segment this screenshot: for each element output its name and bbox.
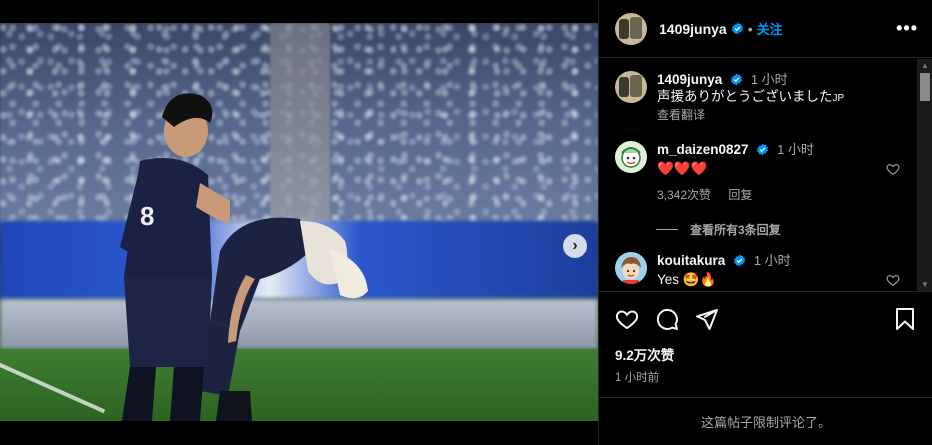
- comment-icon[interactable]: [655, 307, 679, 331]
- like-count[interactable]: 9.2万次赞: [615, 344, 917, 364]
- view-replies-label: 查看所有3条回复: [690, 223, 781, 237]
- post-header: 1409junya • 关注 •••: [599, 0, 932, 58]
- post-side-panel: 1409junya • 关注 ••• 1409junya 1 小时 声援ありがと…: [598, 0, 932, 445]
- comment-username[interactable]: kouitakura: [657, 253, 725, 268]
- heart-outline-icon[interactable]: [886, 162, 900, 176]
- avatar[interactable]: [615, 141, 647, 173]
- comment-username[interactable]: m_daizen0827: [657, 142, 749, 157]
- comment-text: Yes 🤩🔥: [657, 272, 717, 287]
- chevron-right-icon: ›: [572, 237, 578, 254]
- post-actions: 9.2万次赞 1 小时前: [599, 291, 932, 385]
- scroll-up-icon[interactable]: ▲: [921, 61, 929, 70]
- avatar[interactable]: [615, 71, 647, 103]
- comment-time: 1 小时: [777, 142, 814, 157]
- avatar[interactable]: [615, 252, 647, 284]
- player-standing-image: 8: [120, 93, 230, 421]
- next-media-button[interactable]: ›: [563, 234, 587, 258]
- scroll-down-icon[interactable]: ▼: [921, 280, 929, 289]
- follow-button[interactable]: 关注: [757, 19, 783, 38]
- comment-item: kouitakura 1 小时 Yes 🤩🔥: [615, 252, 791, 288]
- more-options-icon[interactable]: •••: [896, 18, 918, 39]
- separator-dot: •: [747, 20, 753, 37]
- comments-list: 1409junya 1 小时 声援ありがとうございましたJP 查看翻译 m_da…: [599, 59, 917, 291]
- comment-text: ❤️❤️❤️: [657, 161, 708, 176]
- comments-scrollbar[interactable]: ▲ ▼: [917, 59, 932, 291]
- post-author-username[interactable]: 1409junya: [659, 21, 727, 37]
- comment-like-count[interactable]: 3,342次赞: [657, 188, 711, 202]
- scroll-thumb[interactable]: [920, 73, 930, 101]
- avatar[interactable]: [615, 12, 647, 45]
- bookmark-icon[interactable]: [893, 307, 917, 331]
- verified-badge-icon: [731, 22, 743, 35]
- verified-badge-icon: [731, 73, 743, 86]
- caption-username[interactable]: 1409junya: [657, 72, 722, 87]
- cartoon-face-icon: [615, 252, 647, 284]
- heart-outline-icon[interactable]: [886, 273, 900, 287]
- divider: [656, 229, 678, 230]
- comment-item: m_daizen0827 1 小时 ❤️❤️❤️ 3,342次赞 回复: [615, 141, 814, 204]
- comments-closed-notice: 这篇帖子限制评论了。: [599, 397, 932, 445]
- caption-time: 1 小时: [750, 72, 788, 87]
- caption-text: 声援ありがとうございました: [657, 89, 833, 104]
- post-timestamp[interactable]: 1 小时前: [615, 369, 917, 385]
- reply-button[interactable]: 回复: [728, 188, 752, 202]
- translate-link[interactable]: 查看翻译: [657, 107, 844, 124]
- caption-language-tag: JP: [832, 93, 845, 104]
- cartoon-face-icon: [615, 141, 647, 173]
- share-icon[interactable]: [695, 307, 719, 331]
- verified-badge-icon: [734, 254, 746, 267]
- post-media-carousel[interactable]: 8 ›: [0, 23, 598, 421]
- heart-icon[interactable]: [615, 307, 639, 331]
- post-caption: 1409junya 1 小时 声援ありがとうございましたJP 查看翻译: [615, 71, 844, 124]
- svg-text:8: 8: [140, 201, 154, 231]
- view-replies-button[interactable]: 查看所有3条回复: [656, 221, 781, 238]
- comment-time: 1 小时: [753, 253, 791, 268]
- verified-badge-icon: [757, 143, 769, 156]
